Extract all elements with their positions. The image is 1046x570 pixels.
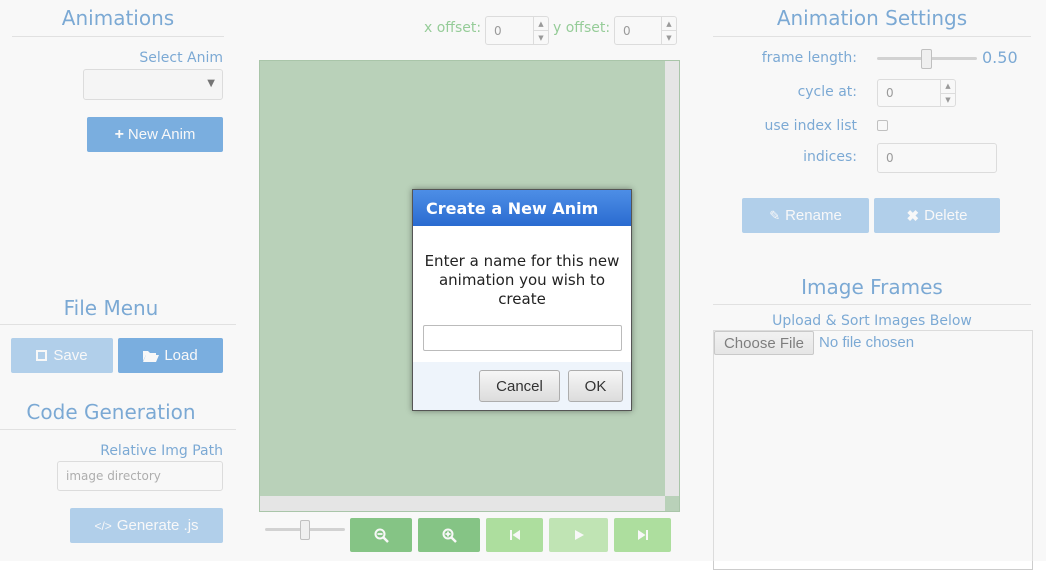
dialog-title: Create a New Anim bbox=[413, 190, 631, 226]
create-anim-dialog: Create a New Anim Enter a name for this … bbox=[412, 189, 632, 411]
dialog-message: Enter a name for this new animation you … bbox=[424, 252, 620, 308]
cancel-button[interactable]: Cancel bbox=[479, 370, 560, 402]
ok-button[interactable]: OK bbox=[568, 370, 623, 402]
anim-name-input[interactable] bbox=[423, 325, 622, 351]
dialog-footer: Cancel OK bbox=[413, 362, 631, 410]
